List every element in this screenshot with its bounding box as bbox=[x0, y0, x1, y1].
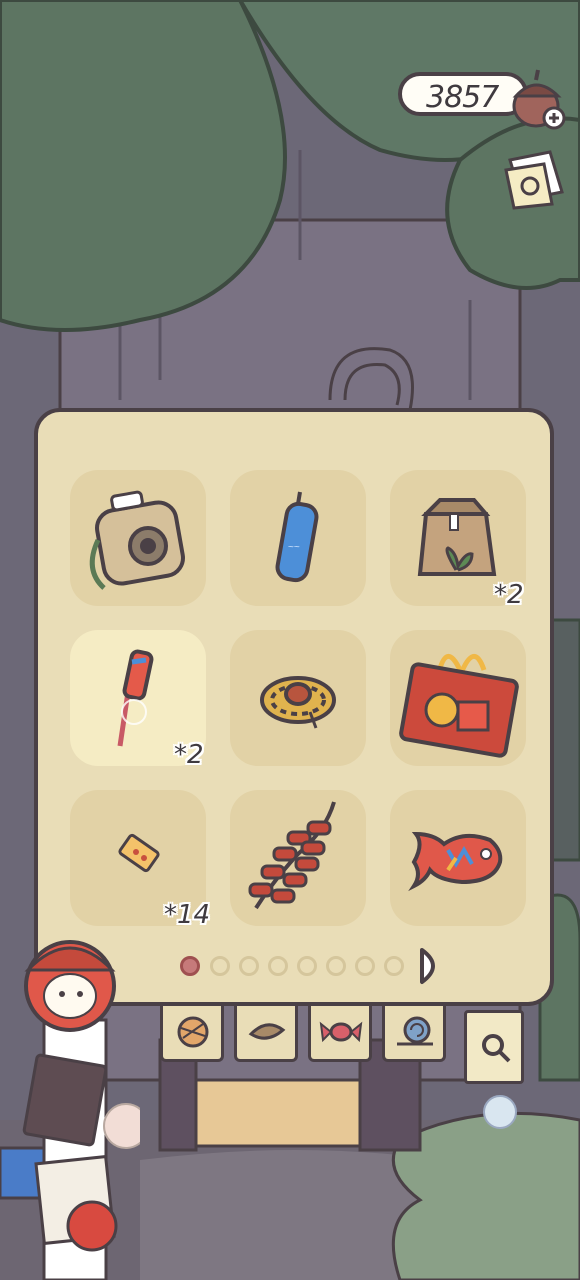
tab-snail[interactable] bbox=[382, 1006, 446, 1062]
item-count: *14 bbox=[164, 900, 211, 930]
item-count: *2 bbox=[174, 740, 204, 770]
page-dot[interactable] bbox=[355, 956, 375, 976]
snail-icon bbox=[397, 1016, 433, 1046]
leaf-icon bbox=[248, 1023, 286, 1040]
svg-text:~~: ~~ bbox=[288, 542, 300, 553]
inventory-slot-selected[interactable]: *2 bbox=[70, 630, 206, 770]
inventory-slot[interactable]: ~~ bbox=[230, 470, 366, 606]
acorn-plus-icon[interactable] bbox=[508, 66, 568, 132]
photo-album-icon[interactable] bbox=[500, 146, 570, 210]
page-dot[interactable] bbox=[268, 956, 288, 976]
tab-yarn[interactable] bbox=[160, 1006, 224, 1062]
straw-hat-icon bbox=[260, 676, 336, 729]
item-count: *2 bbox=[494, 580, 524, 610]
yarn-icon bbox=[177, 1016, 209, 1048]
fish-lantern-icon bbox=[408, 831, 503, 892]
magnifier-icon bbox=[482, 1034, 511, 1063]
page-dot[interactable] bbox=[297, 956, 317, 976]
page-dot-active[interactable] bbox=[180, 956, 200, 976]
page-dot[interactable] bbox=[384, 956, 404, 976]
inventory-panel: ~~ *2 *2 *14 bbox=[34, 408, 554, 1006]
page-dot[interactable] bbox=[326, 956, 346, 976]
inventory-slot[interactable] bbox=[230, 630, 366, 766]
page-dot[interactable] bbox=[210, 956, 230, 976]
tab-search[interactable] bbox=[464, 1010, 524, 1084]
inventory-slot[interactable] bbox=[70, 470, 206, 606]
next-page-arrow-icon[interactable] bbox=[416, 946, 446, 986]
inventory-slot[interactable] bbox=[390, 790, 526, 926]
instant-camera-icon bbox=[89, 490, 185, 590]
blue-firecracker-icon: ~~ bbox=[275, 491, 319, 583]
inventory-slot[interactable]: *14 bbox=[70, 790, 210, 930]
tab-leaf[interactable] bbox=[234, 1006, 298, 1062]
acorn-count: 3857 bbox=[426, 80, 499, 115]
firecracker-string-icon bbox=[248, 801, 336, 910]
inventory-slot[interactable] bbox=[390, 630, 526, 766]
character-apple-head bbox=[0, 940, 140, 1280]
page-dot[interactable] bbox=[239, 956, 259, 976]
candy-icon bbox=[319, 1021, 363, 1043]
inventory-slot[interactable]: *2 bbox=[390, 470, 526, 610]
red-gift-bag-icon bbox=[399, 654, 519, 758]
tab-candy[interactable] bbox=[308, 1006, 372, 1062]
inventory-slot[interactable] bbox=[230, 790, 366, 926]
